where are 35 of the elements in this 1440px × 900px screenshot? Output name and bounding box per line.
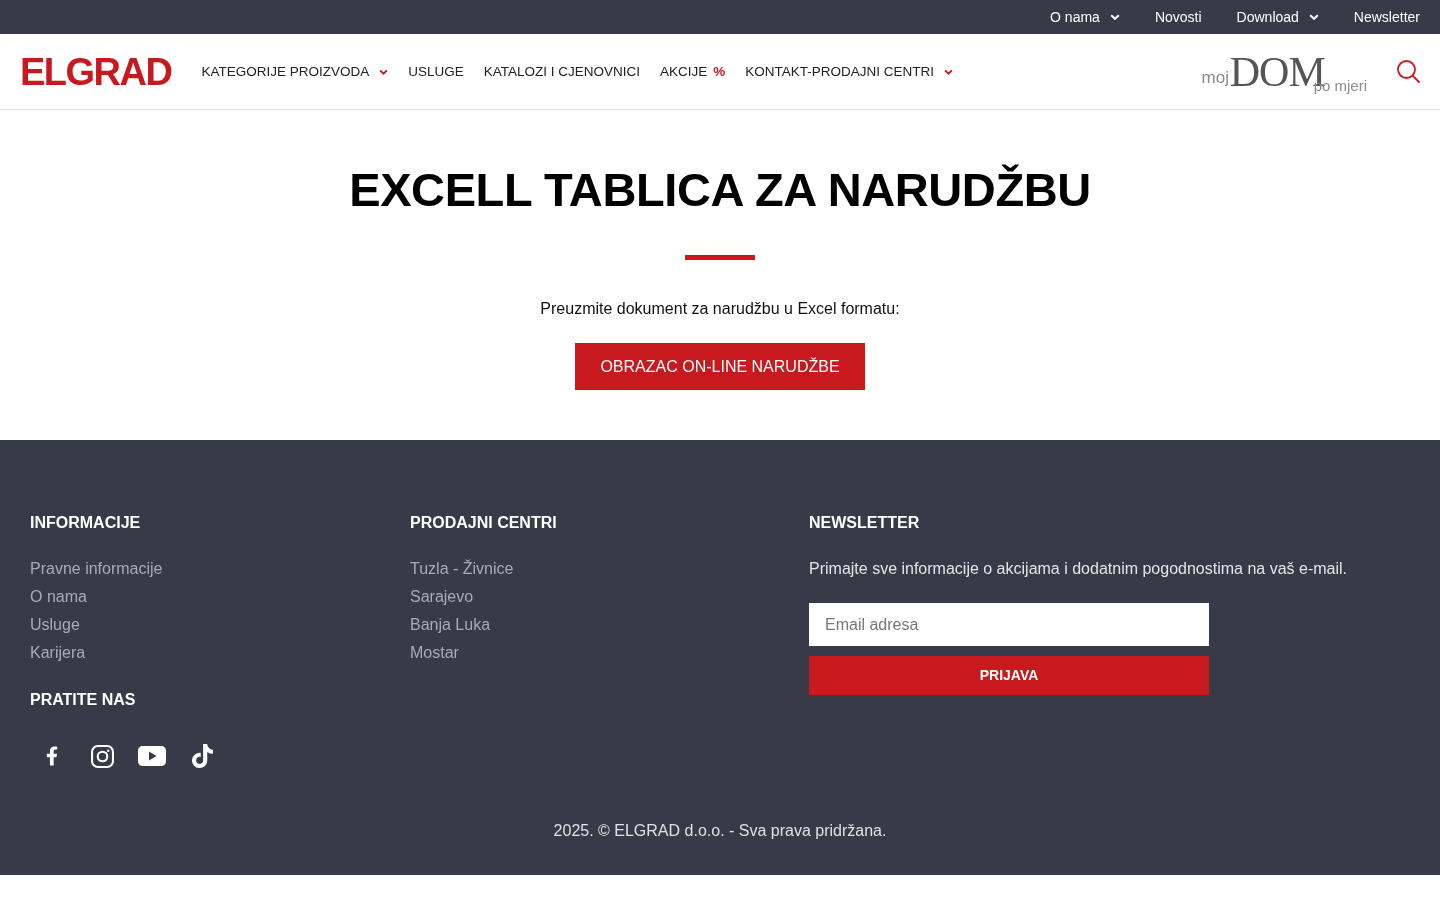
footer-link[interactable]: Usluge [30,616,80,633]
nav-link[interactable]: KATEGORIJE PROIZVODA [201,61,389,82]
intro-text: Preuzmite dokument za narudžbu u Excel formatu: [540,299,900,319]
top-menu-link[interactable]: Newsletter [1353,7,1420,27]
tiktok-icon[interactable] [191,744,213,768]
nav-link[interactable]: AKCIJE % [660,61,726,82]
footer-link[interactable]: Banja Luka [410,616,491,633]
search-button[interactable] [1397,60,1420,83]
footer-heading: PRODAJNI CENTRI [410,513,557,533]
subscribe-button[interactable]: PRIJAVA [809,656,1209,695]
page-title: EXCELL TABLICA ZA NARUDŽBU [349,162,1091,218]
footer-link[interactable]: Mostar [410,644,459,661]
footer-heading: PRATITE NAS [30,690,136,710]
nav-link[interactable]: KATALOZI I CJENOVNICI [483,61,641,82]
footer-link[interactable]: Sarajevo [410,588,474,605]
top-menu-link[interactable]: Download [1236,7,1319,27]
footer-link[interactable]: O nama [30,588,87,605]
footer-heading: INFORMACIJE [30,513,141,533]
top-menu-link[interactable]: O nama [1050,7,1120,27]
order-form-button[interactable]: OBRAZAC ON-LINE NARUDŽBE [575,343,865,390]
footer-heading: NEWSLETTER [809,513,920,533]
logo[interactable]: ELGRAD [20,52,172,91]
footer-link[interactable]: Pravne informacije [30,560,163,577]
facebook-icon[interactable] [46,744,58,768]
nav-link[interactable]: KONTAKT-PRODAJNI CENTRI [745,61,954,82]
top-menu-link[interactable]: Novosti [1154,7,1202,27]
footer-link[interactable]: Tuzla - Živnice [410,560,514,577]
copyright-text: 2025. © ELGRAD d.o.o. - Sva prava pridržana. [553,821,887,841]
youtube-icon[interactable] [138,746,166,766]
instagram-icon[interactable] [90,744,114,768]
search-icon [1397,60,1420,83]
footer-link[interactable]: Karijera [30,644,86,661]
nav-link[interactable]: USLUGE [408,61,464,82]
email-field[interactable]: Email adresa [809,603,1209,646]
newsletter-text: Primajte sve informacije o akcijama i dodatnim pogodnostima na vaš e-mail. [809,559,1347,579]
